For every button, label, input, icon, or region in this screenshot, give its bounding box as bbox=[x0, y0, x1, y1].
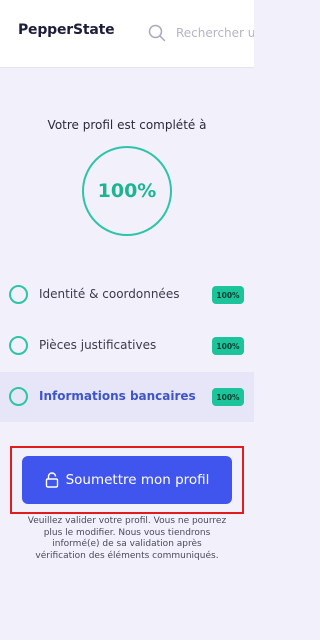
submit-profile-button[interactable]: Soumettre mon profil bbox=[22, 456, 232, 504]
lock-icon bbox=[45, 472, 58, 488]
completion-percentage: 100% bbox=[97, 180, 157, 202]
step-pieces[interactable]: Pièces justificatives 100% bbox=[0, 321, 254, 371]
step-label: Informations bancaires bbox=[39, 389, 196, 403]
search-input[interactable] bbox=[176, 22, 254, 44]
submit-button-label: Soumettre mon profil bbox=[65, 472, 210, 488]
step-status-icon bbox=[9, 336, 28, 355]
step-status-icon bbox=[9, 387, 28, 406]
step-status-icon bbox=[9, 285, 28, 304]
completion-headline: Votre profil est complété à bbox=[47, 118, 207, 132]
step-progress-badge: 100% bbox=[212, 286, 244, 304]
top-bar: PepperState bbox=[0, 0, 254, 68]
step-label: Identité & coordonnées bbox=[39, 287, 180, 301]
search-icon[interactable] bbox=[148, 24, 166, 42]
step-informations-bancaires[interactable]: Informations bancaires 100% bbox=[0, 372, 254, 422]
step-progress-badge: 100% bbox=[212, 337, 244, 355]
step-progress-badge: 100% bbox=[212, 388, 244, 406]
step-label: Pièces justificatives bbox=[39, 338, 157, 352]
app-logo[interactable]: PepperState bbox=[18, 22, 115, 38]
completion-ring: 100% bbox=[82, 146, 172, 236]
submit-helper-text: Veuillez valider votre profil. Vous ne p… bbox=[27, 516, 227, 561]
step-identite[interactable]: Identité & coordonnées 100% bbox=[0, 270, 254, 320]
